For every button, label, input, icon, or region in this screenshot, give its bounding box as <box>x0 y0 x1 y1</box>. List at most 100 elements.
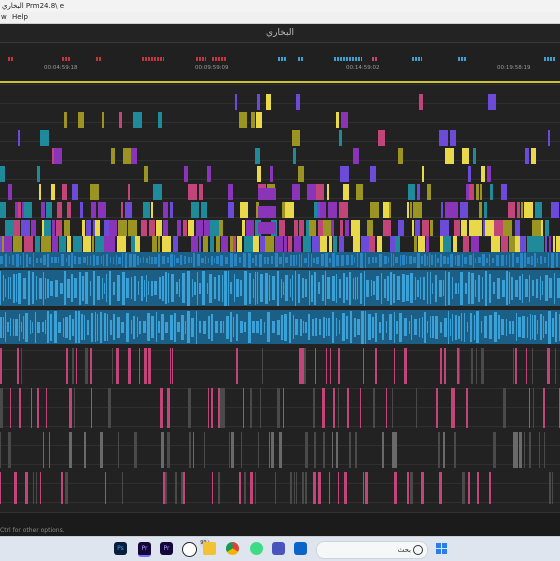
audio-waveform[interactable] <box>452 277 453 299</box>
audio-clip[interactable] <box>116 348 119 384</box>
audio-waveform[interactable] <box>102 277 103 299</box>
video-clip[interactable] <box>521 202 523 218</box>
audio-waveform[interactable] <box>440 321 442 333</box>
audio-clip[interactable] <box>170 348 171 384</box>
audio-waveform[interactable] <box>360 272 362 304</box>
audio-clip[interactable] <box>314 432 316 468</box>
video-clip[interactable] <box>177 220 181 236</box>
audio-clip[interactable] <box>549 472 551 504</box>
audio-waveform[interactable] <box>464 312 465 342</box>
video-clip[interactable] <box>378 130 385 146</box>
audio-waveform[interactable] <box>281 278 282 298</box>
audio-waveform[interactable] <box>486 257 488 263</box>
audio-waveform[interactable] <box>220 254 223 266</box>
video-clip[interactable] <box>285 202 294 218</box>
video-clip[interactable] <box>515 220 520 236</box>
audio-waveform[interactable] <box>26 253 28 267</box>
video-clip[interactable] <box>370 202 379 218</box>
video-clip[interactable] <box>119 112 122 128</box>
audio-clip[interactable] <box>552 472 553 504</box>
video-clip[interactable] <box>488 94 496 110</box>
teams-icon[interactable] <box>272 542 285 555</box>
video-clip[interactable] <box>527 236 535 252</box>
audio-clip[interactable] <box>294 472 295 504</box>
video-clip[interactable] <box>549 236 551 252</box>
video-clip[interactable] <box>422 220 429 236</box>
audio-waveform[interactable] <box>540 276 541 300</box>
audio-waveform[interactable] <box>311 274 313 302</box>
audio-waveform[interactable] <box>465 282 467 294</box>
audio-waveform[interactable] <box>121 321 124 333</box>
audio-waveform[interactable] <box>230 312 232 342</box>
audio-clip[interactable] <box>161 432 164 468</box>
audio-clip[interactable] <box>439 472 442 504</box>
video-clip[interactable] <box>508 202 515 218</box>
audio-waveform[interactable] <box>228 270 229 306</box>
audio-waveform[interactable] <box>214 257 215 263</box>
audio-waveform[interactable] <box>411 314 412 340</box>
video-clip[interactable] <box>353 148 359 164</box>
audio-clip[interactable] <box>438 432 440 468</box>
audio-waveform[interactable] <box>402 255 405 265</box>
video-clip[interactable] <box>339 130 342 146</box>
audio-waveform[interactable] <box>72 318 74 336</box>
audio-waveform[interactable] <box>429 253 430 267</box>
audio-waveform[interactable] <box>133 315 135 339</box>
audio-clip[interactable] <box>513 348 514 384</box>
audio-waveform[interactable] <box>39 277 42 299</box>
video-clip[interactable] <box>117 236 126 252</box>
audio-waveform[interactable] <box>540 314 542 340</box>
audio-waveform[interactable] <box>386 321 387 333</box>
audio-waveform[interactable] <box>475 279 476 297</box>
audio-waveform[interactable] <box>82 275 84 301</box>
video-clip[interactable] <box>556 236 560 252</box>
video-clip[interactable] <box>64 220 70 236</box>
audio-waveform[interactable] <box>470 312 472 342</box>
menu-item-help[interactable]: Help <box>12 12 28 23</box>
audio-waveform[interactable] <box>199 321 201 333</box>
audio-waveform[interactable] <box>255 271 256 305</box>
audio-waveform[interactable] <box>240 280 242 296</box>
audio-waveform[interactable] <box>83 257 86 263</box>
audio-waveform[interactable] <box>79 271 81 305</box>
audio-clip[interactable] <box>239 472 241 504</box>
audio-clip[interactable] <box>481 348 484 384</box>
video-clip[interactable] <box>461 220 467 236</box>
video-clip[interactable] <box>78 112 84 128</box>
audio-waveform[interactable] <box>424 254 426 266</box>
audio-waveform[interactable] <box>208 315 210 339</box>
timeline-marker[interactable] <box>372 57 378 61</box>
audio-waveform[interactable] <box>492 257 494 263</box>
audio-waveform[interactable] <box>147 313 150 341</box>
audio-clip[interactable] <box>144 348 147 384</box>
audio-clip[interactable] <box>277 388 280 428</box>
audio-waveform[interactable] <box>264 256 266 264</box>
audio-clip[interactable] <box>476 348 477 384</box>
audio-waveform[interactable] <box>301 253 302 267</box>
audio-waveform[interactable] <box>265 272 268 304</box>
video-clip[interactable] <box>524 202 533 218</box>
video-clip[interactable] <box>462 148 469 164</box>
audio-waveform[interactable] <box>460 271 463 305</box>
audio-waveform[interactable] <box>315 318 317 336</box>
audio-waveform[interactable] <box>10 277 11 299</box>
audio-clip[interactable] <box>160 388 163 428</box>
audio-waveform[interactable] <box>391 253 392 267</box>
audio-waveform[interactable] <box>524 253 526 267</box>
video-clip[interactable] <box>183 220 187 236</box>
audio-clip[interactable] <box>172 348 173 384</box>
audio-clip[interactable] <box>10 388 11 428</box>
video-clip[interactable] <box>91 202 96 218</box>
audio-waveform[interactable] <box>196 310 197 344</box>
audio-clip[interactable] <box>365 472 368 504</box>
audio-waveform[interactable] <box>151 256 153 264</box>
audio-waveform[interactable] <box>540 256 542 264</box>
audio-clip[interactable] <box>275 472 276 504</box>
timeline-marker[interactable] <box>458 57 466 61</box>
audio-waveform[interactable] <box>366 279 369 297</box>
audio-waveform[interactable] <box>134 275 136 301</box>
audio-clip[interactable] <box>410 472 413 504</box>
audio-clip[interactable] <box>539 432 540 468</box>
audio-clip[interactable] <box>344 472 347 504</box>
video-clip[interactable] <box>439 130 448 146</box>
